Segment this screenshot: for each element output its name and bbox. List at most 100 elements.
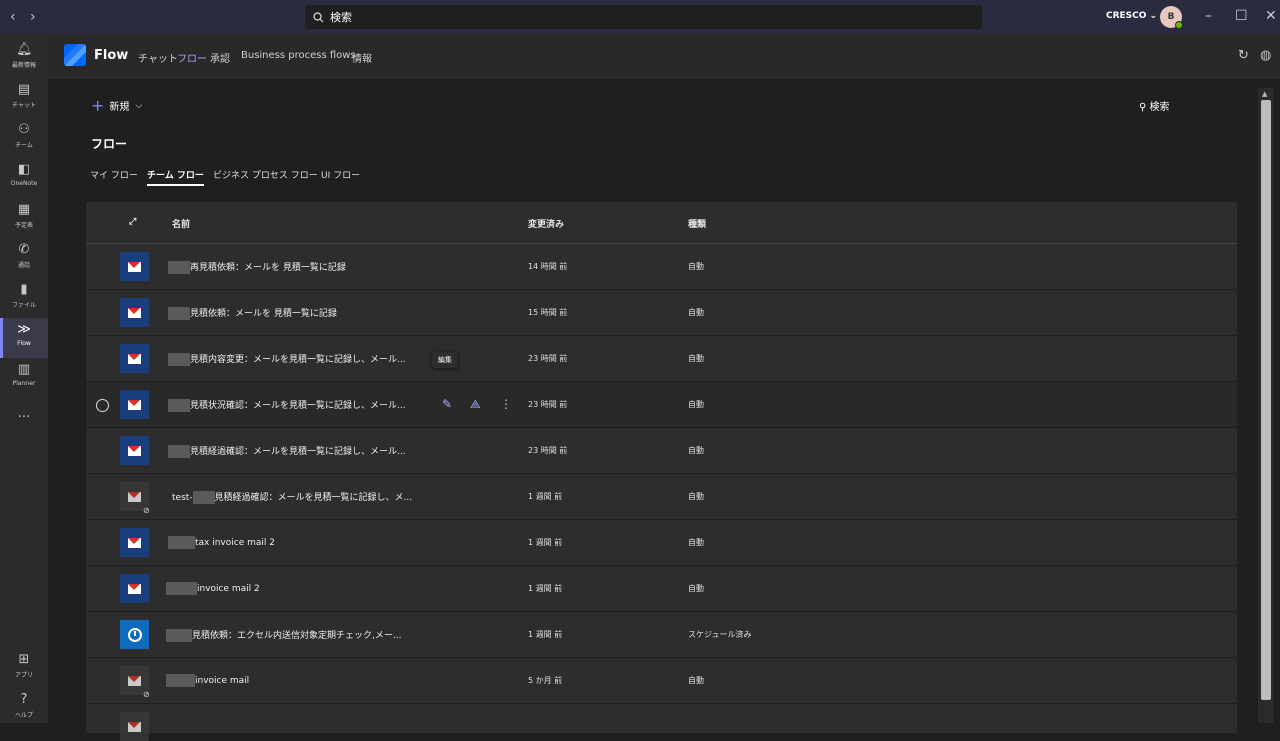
table-row[interactable]: tax invoice mail 2 1 週間 前 自動 (86, 520, 1237, 566)
flow-name[interactable]: 見積状況確認：メールを見積一覧に記録し、メール... (168, 398, 406, 412)
apps-icon: ⊞ (18, 652, 30, 667)
flow-name[interactable]: tax invoice mail 2 (168, 536, 275, 549)
flow-search-button[interactable]: ⚲ 検索 (1139, 98, 1170, 113)
table-row[interactable]: ⊘ invoice mail 5 か月 前 自動 (86, 658, 1237, 704)
org-switcher[interactable]: CRESCO ⌄ (1106, 11, 1157, 21)
flow-logo (64, 44, 86, 66)
refresh-icon[interactable]: ↻ (1238, 48, 1249, 63)
search-label: 検索 (1149, 102, 1170, 113)
page-title: フロー (91, 137, 128, 151)
rail-label: アプリ (14, 672, 33, 679)
rail-label: OneNote (10, 180, 38, 187)
help-icon: ? (20, 692, 28, 707)
title-bar: ‹ › 検索 CRESCO ⌄ B – ☐ ✕ (0, 0, 1280, 34)
flow-name[interactable]: 見積依頼：エクセル内送信対象定期チェック,メー... (166, 628, 401, 642)
new-button[interactable]: + 新規 ⌵ (91, 96, 142, 115)
scroll-up-icon[interactable]: ▲ (1262, 90, 1267, 98)
flow-name[interactable]: 見積依頼：メールを 見積一覧に記録 (168, 306, 337, 320)
rail-label: Planner (12, 380, 36, 387)
tab-flows[interactable]: フロー (177, 50, 207, 83)
flow-name[interactable]: invoice mail (166, 674, 249, 687)
minimize-icon[interactable]: – (1205, 8, 1212, 24)
modified-time: 5 か月 前 (528, 676, 563, 685)
rail-item-calls[interactable]: ✆ 通話 (0, 238, 48, 278)
subtab-business-process-flows[interactable]: ビジネス プロセス フロー (213, 168, 318, 181)
scrollbar[interactable]: ▲ (1258, 88, 1274, 723)
main-content: + 新規 ⌵ ⚲ 検索 フロー マイ フロー チーム フロー ビジネス プロセス… (48, 78, 1260, 741)
back-arrow-icon[interactable]: ‹ (10, 9, 16, 25)
table-row[interactable]: 見積経過確認：メールを見積一覧に記録し、メール... 23 時間 前 自動 (86, 428, 1237, 474)
flow-name[interactable]: 見積内容変更：メールを見積一覧に記録し、メール... (168, 352, 406, 366)
table-row[interactable]: 再見積依頼：メールを 見積一覧に記録 14 時間 前 自動 (86, 244, 1237, 290)
rail-item-calendar[interactable]: ▦ 予定表 (0, 198, 48, 238)
gmail-icon (120, 390, 149, 419)
subtab-my-flows[interactable]: マイ フロー (90, 168, 138, 181)
flow-type: 自動 (688, 676, 704, 685)
flow-type: 自動 (688, 400, 704, 409)
teams-icon: ⚇ (18, 122, 30, 137)
more-icon: ... (17, 406, 31, 421)
maximize-icon[interactable]: ☐ (1235, 8, 1248, 24)
table-row[interactable]: invoice mail 2 1 週間 前 自動 (86, 566, 1237, 612)
column-name[interactable]: 名前 (172, 217, 190, 230)
table-row[interactable]: 見積状況確認：メールを見積一覧に記録し、メール... ✎ ⟁ ⋮ 23 時間 前… (86, 382, 1237, 428)
row-select-radio[interactable] (96, 399, 109, 412)
table-row[interactable]: 見積依頼：エクセル内送信対象定期チェック,メー... 1 週間 前 スケジュール… (86, 612, 1237, 658)
rail-item-teams[interactable]: ⚇ チーム (0, 118, 48, 158)
modified-time: 15 時間 前 (528, 308, 568, 317)
flow-name[interactable]: test- 見積経過確認：メールを見積一覧に記録し、メ... (172, 490, 412, 504)
avatar-initials: B (1167, 12, 1175, 22)
globe-icon[interactable]: ◍ (1260, 48, 1271, 63)
table-row[interactable] (86, 704, 1237, 741)
rail-item-files[interactable]: ▮ ファイル (0, 278, 48, 318)
table-row[interactable]: 見積依頼：メールを 見積一覧に記録 15 時間 前 自動 (86, 290, 1237, 336)
bell-icon: 🔔︎ (16, 42, 33, 57)
file-icon: ▮ (20, 282, 28, 297)
tab-business-process-flows[interactable]: Business process flows (241, 50, 356, 61)
subtab-team-flows[interactable]: チーム フロー (147, 168, 204, 186)
tab-approvals[interactable]: 承認 (210, 50, 230, 65)
plus-icon: + (91, 96, 105, 115)
rail-item-apps[interactable]: ⊞ アプリ (0, 648, 48, 688)
rail-item-help[interactable]: ? ヘルプ (0, 688, 48, 728)
rail-item-flow[interactable]: ≫ Flow (0, 318, 48, 358)
subtab-ui-flows[interactable]: UI フロー (321, 168, 360, 181)
table-row[interactable]: ⊘ test- 見積経過確認：メールを見積一覧に記録し、メ... 1 週間 前 自… (86, 474, 1237, 520)
search-icon: ⚲ (1139, 102, 1147, 113)
tab-about[interactable]: 情報 (352, 50, 372, 65)
column-modified[interactable]: 変更済み (528, 217, 564, 230)
flow-name[interactable]: 見積経過確認：メールを見積一覧に記録し、メール... (168, 444, 406, 458)
column-type[interactable]: 種類 (688, 217, 706, 230)
flow-type: 自動 (688, 538, 704, 547)
edit-icon[interactable]: ✎ (442, 397, 452, 411)
more-options-icon[interactable]: ⋮ (500, 397, 512, 411)
rail-item-onenote[interactable]: ◧ OneNote (0, 158, 48, 198)
share-icon[interactable]: ⟁ (470, 397, 481, 412)
gmail-icon (120, 712, 149, 741)
close-icon[interactable]: ✕ (1265, 8, 1277, 24)
tab-chat[interactable]: チャット (138, 50, 178, 65)
status-dot (1175, 21, 1183, 29)
rail-item-planner[interactable]: ▥ Planner (0, 358, 48, 398)
new-label: 新規 (109, 102, 130, 113)
rail-label: 最新情報 (11, 62, 36, 69)
rail-item-activity[interactable]: 🔔︎ 最新情報 (0, 38, 48, 78)
avatar[interactable]: B (1160, 6, 1183, 29)
app-header: Flow チャット フロー 承認 Business process flows … (48, 34, 1280, 83)
table-header: ⤢ 名前 変更済み 種類 (86, 202, 1237, 244)
timer-icon (120, 620, 149, 649)
scrollbar-thumb[interactable] (1261, 100, 1271, 700)
flow-type: 自動 (688, 262, 704, 271)
rail-item-more[interactable]: ... (0, 402, 48, 442)
flow-name[interactable]: invoice mail 2 (166, 582, 260, 595)
gmail-icon (120, 574, 149, 603)
global-search-input[interactable]: 検索 (305, 5, 982, 29)
forward-arrow-icon[interactable]: › (30, 9, 36, 25)
modified-time: 14 時間 前 (528, 262, 568, 271)
flow-name[interactable]: 再見積依頼：メールを 見積一覧に記録 (168, 260, 346, 274)
rail-item-chat[interactable]: ▤ チャット (0, 78, 48, 118)
table-row[interactable]: 見積内容変更：メールを見積一覧に記録し、メール... 23 時間 前 自動 (86, 336, 1237, 382)
modified-time: 23 時間 前 (528, 400, 568, 409)
trigger-column-icon: ⤢ (129, 217, 137, 227)
app-name: Flow (94, 48, 129, 63)
